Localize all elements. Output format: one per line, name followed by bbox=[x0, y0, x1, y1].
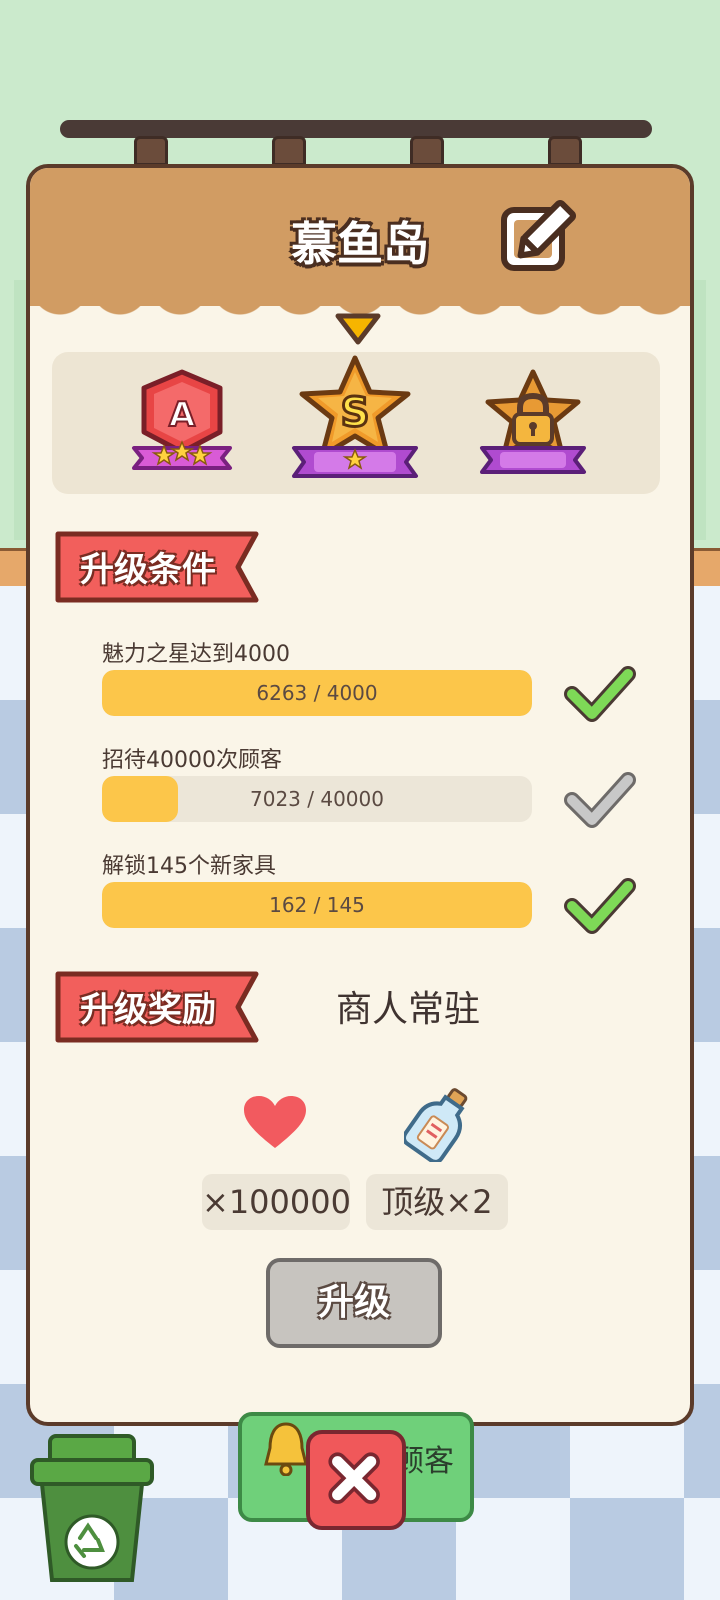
upgrade-panel: 慕鱼岛 A S 升级条件 魅力之星达到4000 6263 / 4000 招待40… bbox=[26, 164, 694, 1426]
check-icon bbox=[564, 772, 636, 828]
hook bbox=[410, 136, 444, 166]
bell-icon bbox=[264, 1422, 308, 1476]
grade-bar: A S bbox=[52, 352, 660, 494]
condition-progress-bar: 7023 / 40000 bbox=[102, 776, 532, 822]
condition-progress-bar: 6263 / 4000 bbox=[102, 670, 532, 716]
condition-label: 招待40000次顾客 bbox=[102, 748, 282, 773]
conditions-header: 升级条件 bbox=[80, 550, 216, 590]
grade-a-letter: A bbox=[169, 395, 196, 435]
hook bbox=[548, 136, 582, 166]
rewards-header: 升级奖励 bbox=[80, 990, 216, 1030]
heart-icon bbox=[244, 1096, 306, 1148]
reward-amount-heart: ×100000 bbox=[202, 1174, 351, 1230]
hook bbox=[272, 136, 306, 166]
condition-progress-bar: 162 / 145 bbox=[102, 882, 532, 928]
progress-text: 7023 / 40000 bbox=[250, 787, 384, 811]
close-icon bbox=[328, 1452, 380, 1504]
grade-a-badge[interactable]: A bbox=[130, 366, 234, 478]
reward-amount-bottle: 顶级×2 bbox=[366, 1174, 508, 1230]
condition-label: 解锁145个新家具 bbox=[102, 854, 276, 879]
check-icon bbox=[564, 878, 636, 934]
condition-label: 魅力之星达到4000 bbox=[102, 642, 290, 667]
progress-text: 162 / 145 bbox=[269, 893, 365, 917]
check-icon bbox=[564, 666, 636, 722]
selected-grade-pointer bbox=[335, 313, 381, 345]
edit-icon[interactable] bbox=[498, 196, 580, 278]
grade-s-badge[interactable]: S bbox=[290, 352, 420, 490]
recycle-bin-icon[interactable] bbox=[28, 1434, 156, 1584]
upgrade-button[interactable]: 升级 bbox=[266, 1258, 442, 1348]
reward-title: 商人常驻 bbox=[336, 989, 481, 1030]
grade-locked-badge[interactable] bbox=[478, 366, 588, 480]
progress-text: 6263 / 4000 bbox=[256, 681, 378, 705]
hook bbox=[134, 136, 168, 166]
grade-s-letter: S bbox=[341, 390, 370, 436]
island-title: 慕鱼岛 bbox=[291, 217, 429, 271]
bottle-icon bbox=[404, 1088, 468, 1162]
close-button[interactable] bbox=[306, 1430, 406, 1530]
